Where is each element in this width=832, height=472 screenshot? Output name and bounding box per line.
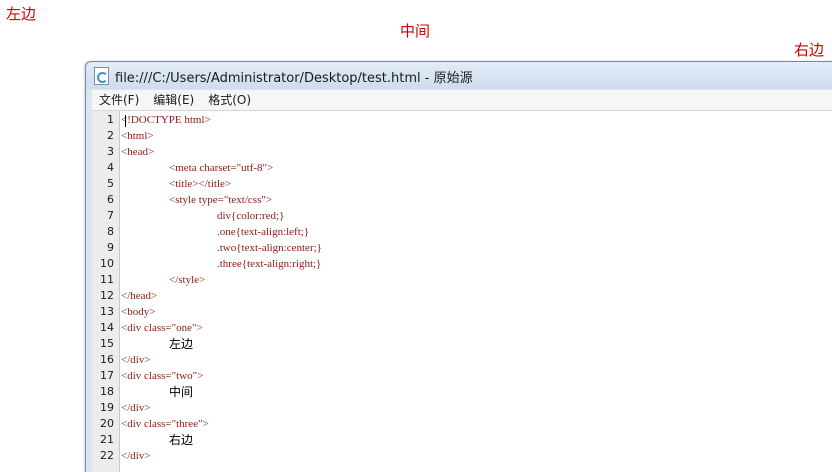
- source-line: 10 .three{text-align:right;}: [100, 256, 832, 272]
- source-markup: <div class="three">: [121, 418, 209, 430]
- source-markup: </div>: [121, 450, 151, 462]
- line-number: 6: [107, 193, 114, 206]
- line-number: 7: [107, 209, 114, 222]
- source-editor[interactable]: 1 <!DOCTYPE html> 2 <html> 3 <head> 4 <meta cha…: [92, 111, 832, 472]
- source-line: 6 <style type="text/css">: [107, 192, 832, 208]
- menu-item[interactable]: 文件(F): [92, 90, 146, 110]
- source-markup: .one{text-align:left;}: [217, 226, 310, 238]
- line-number: 15: [100, 337, 114, 350]
- menu-item[interactable]: 格式(O): [201, 90, 258, 110]
- source-line: 7 div{color:red;}: [107, 208, 832, 224]
- source-markup: </div>: [121, 402, 151, 414]
- page-icon: [94, 67, 109, 85]
- source-line: 2 <html>: [107, 128, 832, 144]
- source-line: 15 左边: [100, 336, 832, 352]
- source-markup: <div class="one">: [121, 322, 203, 334]
- line-number: 18: [100, 385, 114, 398]
- source-markup: .two{text-align:center;}: [217, 242, 322, 254]
- source-markup: </head>: [121, 290, 158, 302]
- source-markup: <div class="two">: [121, 370, 204, 382]
- source-markup: <!DOCTYPE html>: [121, 114, 211, 126]
- menu-item[interactable]: 编辑(E): [146, 90, 201, 110]
- source-text: 中间: [169, 385, 194, 399]
- line-number: 1: [107, 113, 114, 126]
- line-number: 14: [100, 321, 114, 334]
- line-number: 12: [100, 289, 114, 302]
- line-number: 10: [100, 257, 114, 270]
- source-line: 18 中间: [100, 384, 832, 400]
- source-text: 右边: [169, 433, 194, 447]
- source-line: 17 <div class="two">: [100, 368, 832, 384]
- source-line: 8 .one{text-align:left;}: [107, 224, 832, 240]
- menu-bar: 文件(F) 编辑(E) 格式(O): [92, 90, 832, 111]
- line-number: 19: [100, 401, 114, 414]
- page-text-center: 中间: [400, 22, 431, 40]
- line-number: 21: [100, 433, 114, 446]
- line-number: 3: [107, 145, 114, 158]
- source-line: 13 <body>: [100, 304, 832, 320]
- line-number: 13: [100, 305, 114, 318]
- line-number: 5: [107, 177, 114, 190]
- source-line: 5 <title></title>: [107, 176, 832, 192]
- source-markup: .three{text-align:right;}: [217, 258, 322, 270]
- source-markup: <html>: [121, 130, 154, 142]
- source-line: 1 <!DOCTYPE html>: [107, 112, 832, 128]
- source-line: 21 右边: [100, 432, 832, 448]
- source-line: 19 </div>: [100, 400, 832, 416]
- source-markup: <head>: [121, 146, 155, 158]
- source-markup: </div>: [121, 354, 151, 366]
- line-number: 8: [107, 225, 114, 238]
- source-code: 1 <!DOCTYPE html> 2 <html> 3 <head> 4 <meta cha…: [100, 111, 832, 472]
- source-line: 3 <head>: [107, 144, 832, 160]
- source-line: 11 </style>: [100, 272, 832, 288]
- source-line: 22 </div>: [100, 448, 832, 464]
- source-text: 左边: [169, 337, 194, 351]
- view-source-window: file:///C:/Users/Administrator/Desktop/t…: [85, 61, 832, 472]
- source-line: 20 <div class="three">: [100, 416, 832, 432]
- line-number: 2: [107, 129, 114, 142]
- source-markup: <title></title>: [169, 178, 232, 190]
- source-line: 4 <meta charset="utf-8">: [107, 160, 832, 176]
- page-text-right: 右边: [794, 41, 825, 59]
- line-number: 9: [107, 241, 114, 254]
- window-titlebar[interactable]: file:///C:/Users/Administrator/Desktop/t…: [86, 62, 832, 89]
- source-markup: </style>: [169, 274, 206, 286]
- text-caret: [125, 115, 126, 127]
- source-markup: <style type="text/css">: [169, 194, 273, 206]
- line-number: 4: [107, 161, 114, 174]
- line-number: 20: [100, 417, 114, 430]
- source-markup: <body>: [121, 306, 156, 318]
- source-markup: <meta charset="utf-8">: [169, 162, 274, 174]
- source-line: 16 </div>: [100, 352, 832, 368]
- source-markup: div{color:red;}: [217, 210, 285, 222]
- window-title: file:///C:/Users/Administrator/Desktop/t…: [115, 71, 473, 86]
- page-text-left: 左边: [6, 5, 37, 23]
- source-line: 9 .two{text-align:center;}: [107, 240, 832, 256]
- line-number: 22: [100, 449, 114, 462]
- source-line: 14 <div class="one">: [100, 320, 832, 336]
- source-line: 12 </head>: [100, 288, 832, 304]
- line-number: 16: [100, 353, 114, 366]
- line-number: 17: [100, 369, 114, 382]
- line-number: 11: [100, 273, 114, 286]
